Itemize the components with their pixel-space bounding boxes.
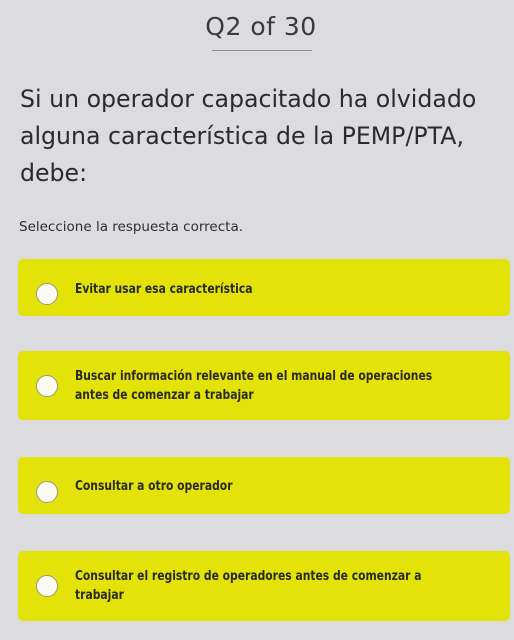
radio-button-icon[interactable]: [36, 283, 58, 305]
instruction-text: Seleccione la respuesta correcta.: [19, 219, 244, 235]
counter-underline: [212, 50, 312, 51]
answer-option-label: Consultar el registro de operadores ante…: [75, 569, 422, 603]
answer-option-2[interactable]: Buscar información relevante en el manua…: [18, 351, 510, 420]
radio-button-icon[interactable]: [36, 375, 58, 397]
question-text: Si un operador capacitado ha olvidado al…: [20, 85, 477, 187]
answer-option-label: Consultar a otro operador: [75, 479, 233, 494]
answer-option-3[interactable]: Consultar a otro operador: [18, 457, 510, 514]
answer-option-4[interactable]: Consultar el registro de operadores ante…: [18, 551, 510, 621]
answer-option-label: Buscar información relevante en el manua…: [75, 369, 433, 403]
answer-option-1[interactable]: Evitar usar esa característica: [18, 259, 510, 316]
question-counter: Q2 of 30: [205, 12, 317, 41]
radio-button-icon[interactable]: [36, 575, 58, 597]
answer-option-label: Evitar usar esa característica: [75, 282, 253, 297]
radio-button-icon[interactable]: [36, 481, 58, 503]
